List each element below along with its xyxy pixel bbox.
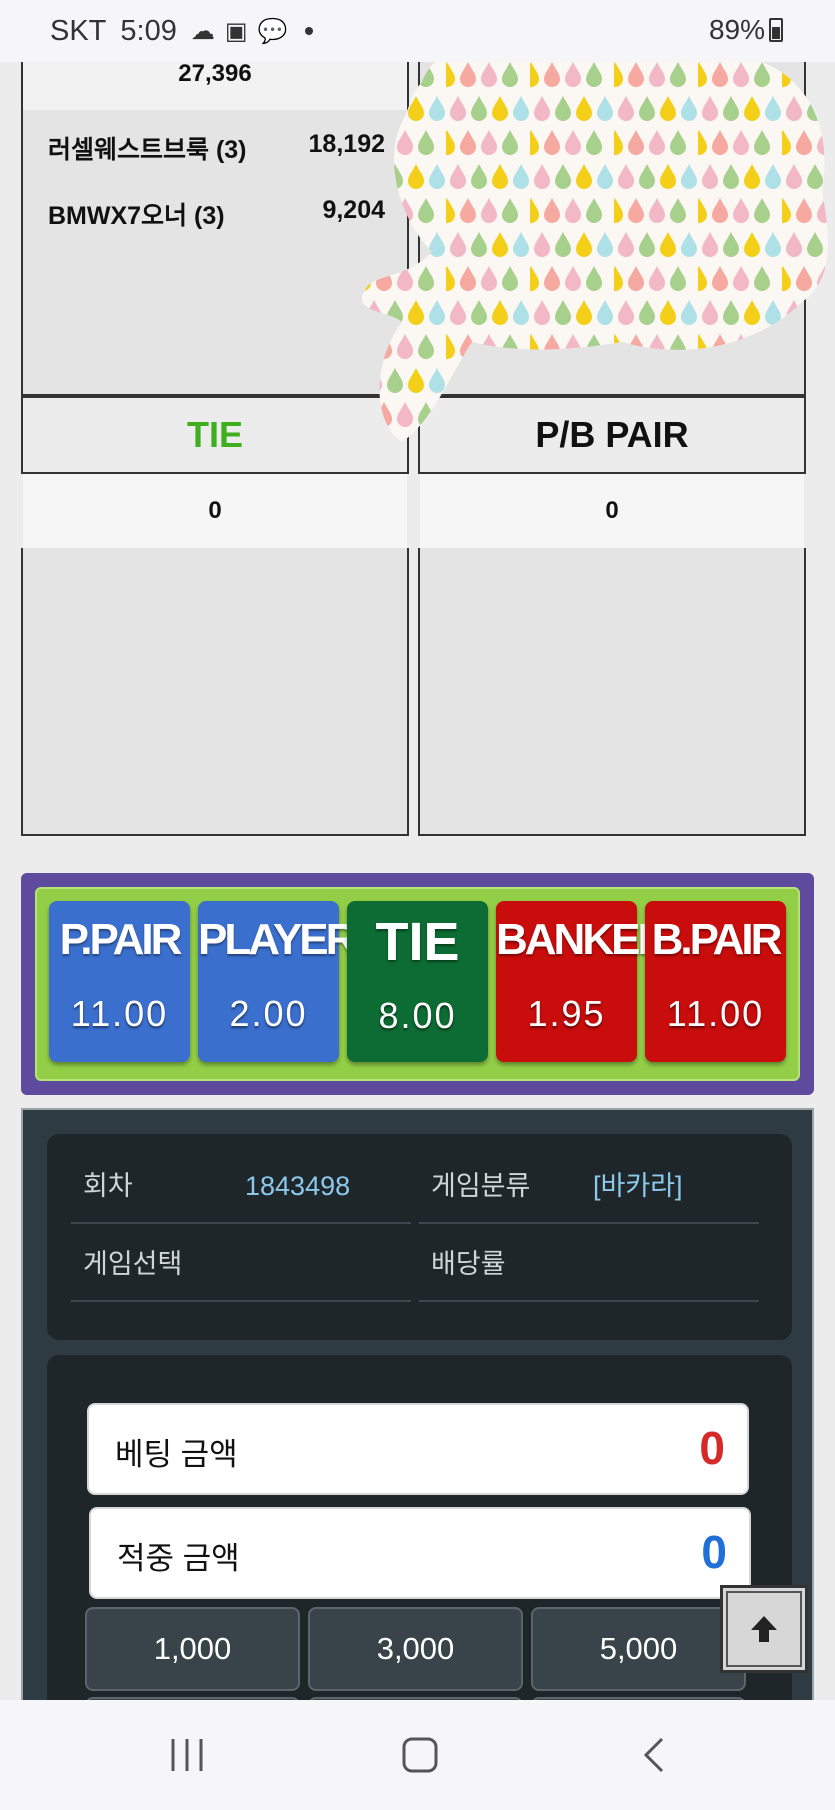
category-value: [바카라] bbox=[593, 1171, 683, 1201]
bet-option-tray: P.PAIR 11.00 PLAYER 2.00 TIE 8.00 BANKER… bbox=[35, 887, 800, 1081]
battery-indicator: 89% bbox=[709, 14, 783, 46]
bet-option-odds: 11.00 bbox=[666, 993, 765, 1034]
ranking-name: BMWX7오너 (3) bbox=[48, 202, 225, 230]
gallery-icon: ▣ bbox=[224, 17, 248, 45]
bet-option-name: P.PAIR bbox=[59, 915, 183, 964]
round-value: 1843498 bbox=[245, 1171, 351, 1201]
odds-field: 배당률 bbox=[419, 1226, 759, 1302]
odds-label: 배당률 bbox=[431, 1249, 506, 1279]
bet-p-pair-button[interactable]: P.PAIR 11.00 bbox=[49, 901, 190, 1062]
raindrop-sticker-overlay bbox=[362, 28, 828, 442]
tie-panel-value: 0 bbox=[23, 474, 407, 548]
bet-option-name: PLAYER bbox=[198, 915, 357, 964]
round-field: 회차 1843498 bbox=[71, 1148, 411, 1224]
back-icon[interactable] bbox=[624, 1730, 684, 1780]
category-label: 게임분류 bbox=[431, 1171, 531, 1201]
game-info-box: 회차 1843498 게임분류 [바카라] 게임선택 배당률 bbox=[47, 1134, 792, 1340]
tie-panel-body bbox=[21, 548, 409, 836]
tie-panel-title: TIE bbox=[21, 396, 409, 474]
chip-3000-button[interactable]: 3,000 bbox=[308, 1607, 523, 1691]
ranking-name: 러셀웨스트브룩 (3) bbox=[48, 136, 247, 164]
category-field: 게임분류 [바카라] bbox=[419, 1148, 759, 1224]
bet-tie-button[interactable]: TIE 8.00 bbox=[347, 901, 488, 1062]
bet-option-name: B.PAIR bbox=[651, 915, 783, 964]
chip-5000-button[interactable]: 5,000 bbox=[531, 1607, 746, 1691]
bet-amount-field: 베팅 금액 0 bbox=[87, 1403, 749, 1495]
bet-option-odds: 11.00 bbox=[70, 993, 169, 1034]
ranking-row: BMWX7오너 (3) 9,204 bbox=[48, 196, 385, 236]
status-bar: SKT 5:09 ☁ ▣ 💬 89% bbox=[0, 0, 835, 62]
clock: 5:09 bbox=[120, 14, 177, 47]
cloud-icon: ☁ bbox=[190, 17, 215, 45]
home-icon[interactable] bbox=[390, 1730, 450, 1780]
win-amount-label: 적중 금액 bbox=[117, 1541, 240, 1576]
amount-box: 베팅 금액 0 적중 금액 0 1,000 3,000 5,000 bbox=[47, 1355, 792, 1781]
pair-panel-body bbox=[418, 548, 806, 836]
chip-1000-button[interactable]: 1,000 bbox=[85, 1607, 300, 1691]
bet-option-name: TIE bbox=[375, 912, 460, 972]
ranking-row: 러셀웨스트브룩 (3) 18,192 bbox=[48, 130, 385, 170]
bet-amount-label: 베팅 금액 bbox=[115, 1437, 238, 1472]
bet-option-odds: 1.95 bbox=[527, 993, 606, 1034]
battery-icon bbox=[769, 18, 783, 42]
notification-dot-icon bbox=[305, 27, 314, 35]
battery-level: 89% bbox=[708, 14, 765, 45]
bet-b-pair-button[interactable]: B.PAIR 11.00 bbox=[645, 901, 786, 1062]
bet-option-odds: 8.00 bbox=[378, 995, 457, 1036]
carrier-label: SKT bbox=[50, 14, 107, 47]
round-label: 회차 bbox=[83, 1171, 133, 1201]
tie-title: TIE bbox=[186, 414, 243, 455]
betting-form: 회차 1843498 게임분류 [바카라] 게임선택 배당률 베팅 금액 0 적… bbox=[21, 1108, 814, 1781]
scroll-top-button[interactable] bbox=[720, 1585, 808, 1673]
talk-icon: 💬 bbox=[257, 17, 288, 45]
player-ranking-panel: 27,396 러셀웨스트브룩 (3) 18,192 BMWX7오너 (3) 9,… bbox=[21, 50, 409, 396]
selection-label: 게임선택 bbox=[83, 1249, 183, 1279]
arrow-up-icon bbox=[726, 1591, 802, 1667]
bet-option-name: BANKER bbox=[496, 915, 669, 964]
bet-amount-value: 0 bbox=[699, 1422, 725, 1474]
selection-field: 게임선택 bbox=[71, 1226, 411, 1302]
android-nav-bar bbox=[0, 1700, 835, 1810]
bet-player-button[interactable]: PLAYER 2.00 bbox=[198, 901, 357, 1062]
bet-option-odds: 2.00 bbox=[229, 993, 308, 1034]
bet-banker-button[interactable]: BANKER 1.95 bbox=[496, 901, 669, 1062]
bet-option-strip: P.PAIR 11.00 PLAYER 2.00 TIE 8.00 BANKER… bbox=[21, 873, 814, 1095]
win-amount-field: 적중 금액 0 bbox=[89, 1507, 751, 1599]
pair-panel-value: 0 bbox=[420, 474, 804, 548]
recent-apps-icon[interactable] bbox=[157, 1730, 217, 1780]
win-amount-value: 0 bbox=[701, 1526, 727, 1578]
